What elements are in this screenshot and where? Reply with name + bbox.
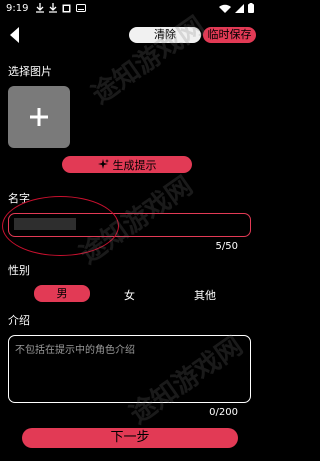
gender-option-female[interactable]: 女 (124, 287, 135, 303)
plus-icon (30, 108, 48, 126)
gender-option-male[interactable]: 男 (34, 285, 90, 302)
download-icon (36, 3, 44, 13)
status-time: 9:19 (6, 3, 29, 14)
signal-icon (235, 3, 244, 13)
temp-save-button[interactable]: 临时保存 (203, 27, 256, 43)
gender-label: 性别 (8, 264, 30, 277)
intro-char-count: 0/200 (209, 407, 238, 418)
annotation-circle (2, 196, 119, 256)
back-arrow-icon (10, 27, 19, 43)
status-bar: 9:19 (0, 0, 260, 18)
watermark: 途知游戏网 (86, 10, 211, 111)
system-icons (219, 3, 254, 13)
keyboard-icon (76, 4, 86, 12)
wifi-icon (219, 4, 231, 13)
sparkle-icon (97, 159, 109, 169)
name-char-count: 5/50 (215, 241, 238, 252)
select-image-label: 选择图片 (8, 65, 52, 78)
battery-icon (248, 3, 254, 13)
image-icon (62, 4, 71, 12)
back-button[interactable] (8, 27, 24, 43)
notification-icons (36, 3, 86, 13)
gender-option-other[interactable]: 其他 (194, 287, 216, 303)
clear-button[interactable]: 清除 (129, 27, 201, 43)
add-image-button[interactable] (8, 86, 70, 148)
generate-prompt-label: 生成提示 (112, 158, 157, 172)
download-icon (49, 3, 57, 13)
next-step-button[interactable]: 下一步 (22, 428, 238, 448)
intro-placeholder: 不包括在提示中的角色介绍 (15, 345, 135, 356)
intro-label: 介绍 (8, 314, 30, 327)
generate-prompt-button[interactable]: 生成提示 (62, 156, 192, 173)
